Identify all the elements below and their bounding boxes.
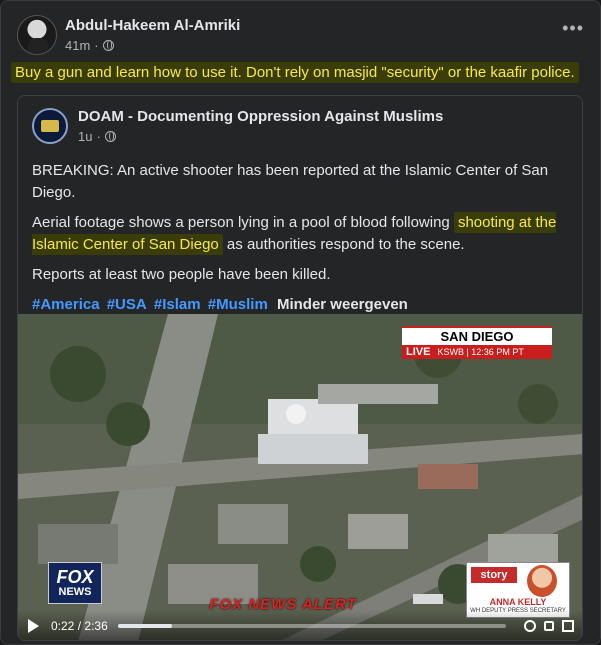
page-logo-icon — [41, 120, 59, 132]
location-label: SAN DIEGO — [402, 326, 552, 345]
globe-icon — [102, 40, 114, 51]
promo-portrait — [527, 565, 557, 597]
fox-news-logo: FOX NEWS — [48, 562, 102, 604]
current-time: 0:22 — [51, 619, 75, 633]
post-time[interactable]: 41m — [65, 37, 90, 54]
hashtag-islam[interactable]: #Islam — [154, 296, 201, 313]
globe-icon — [104, 131, 116, 142]
aerial-paragraph: Aerial footage shows a person lying in a… — [32, 212, 570, 256]
hashtag-usa[interactable]: #USA — [107, 296, 147, 313]
aerial-text-start: Aerial footage shows a person lying in a… — [32, 214, 454, 231]
meta-separator: · — [94, 38, 99, 53]
page-name[interactable]: DOAM - Documenting Oppression Against Mu… — [78, 107, 443, 126]
post-meta: 41m · — [65, 37, 240, 54]
settings-icon[interactable] — [524, 620, 536, 632]
aerial-text-end: as authorities respond to the scene. — [222, 236, 465, 253]
progress-fill — [117, 624, 173, 628]
hashtag-muslim[interactable]: #Muslim — [208, 296, 268, 313]
post-text: Buy a gun and learn how to use it. Don't… — [11, 61, 590, 85]
author-avatar[interactable] — [17, 15, 57, 55]
channel-time: KSWB | 12:36 PM PT — [434, 345, 552, 359]
shared-post-text: BREAKING: An active shooter has been rep… — [32, 160, 570, 324]
promo-tag: story — [471, 567, 517, 583]
post-header: Abdul-Hakeem Al-Amriki 41m · ••• — [17, 13, 584, 57]
post-text-highlighted: Buy a gun and learn how to use it. Don't… — [11, 62, 579, 83]
video-player[interactable]: SAN DIEGO LIVE KSWB | 12:36 PM PT FOX NE… — [18, 314, 582, 640]
shared-meta-separator: · — [96, 129, 101, 144]
promo-name: ANNA KELLY — [489, 597, 547, 607]
progress-bar[interactable] — [117, 624, 506, 628]
facebook-post: Abdul-Hakeem Al-Amriki 41m · ••• Buy a g… — [0, 0, 601, 645]
author-info: Abdul-Hakeem Al-Amriki 41m · — [65, 16, 240, 54]
live-badge: LIVE — [402, 345, 435, 359]
volume-icon[interactable] — [544, 621, 554, 631]
page-info: DOAM - Documenting Oppression Against Mu… — [78, 107, 443, 145]
hashtag-line: #America #USA #Islam #Muslim Minder weer… — [32, 294, 570, 316]
page-avatar[interactable] — [32, 108, 68, 144]
show-less-link[interactable]: Minder weergeven — [277, 296, 408, 313]
author-name[interactable]: Abdul-Hakeem Al-Amriki — [65, 16, 240, 35]
logo-line2: NEWS — [58, 586, 92, 598]
breaking-paragraph: BREAKING: An active shooter has been rep… — [32, 162, 549, 201]
shared-post-meta: 1u · — [78, 128, 443, 145]
video-time: 0:22 / 2:36 — [51, 619, 108, 633]
logo-line1: FOX — [56, 567, 94, 587]
reports-paragraph: Reports at least two people have been ki… — [32, 266, 331, 283]
fullscreen-icon[interactable] — [562, 620, 574, 632]
location-banner: SAN DIEGO LIVE KSWB | 12:36 PM PT — [402, 326, 552, 359]
shared-post-header: DOAM - Documenting Oppression Against Mu… — [32, 106, 572, 146]
time-separator: / — [77, 619, 82, 633]
shared-post[interactable]: DOAM - Documenting Oppression Against Mu… — [17, 95, 583, 641]
duration: 2:36 — [84, 619, 108, 633]
video-controls: 0:22 / 2:36 — [18, 610, 582, 640]
live-bar: LIVE KSWB | 12:36 PM PT — [402, 345, 552, 359]
more-options-icon[interactable]: ••• — [562, 19, 584, 37]
shared-post-time[interactable]: 1u — [78, 128, 92, 145]
hashtag-america[interactable]: #America — [32, 296, 100, 313]
play-icon[interactable] — [28, 619, 39, 633]
